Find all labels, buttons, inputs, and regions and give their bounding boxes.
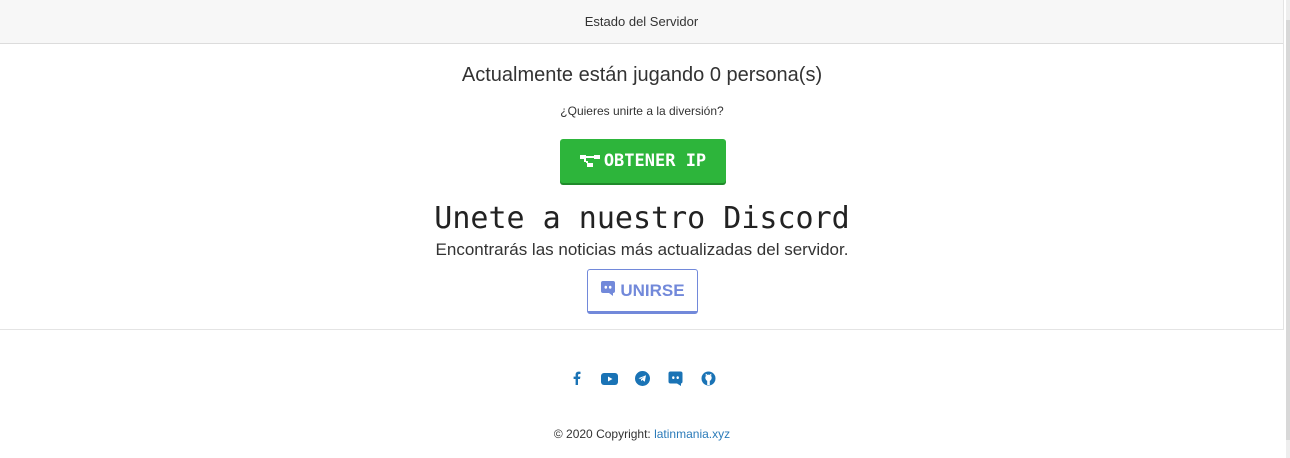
copyright-text: © 2020 Copyright:	[553, 427, 655, 441]
facebook-icon	[572, 371, 581, 390]
players-count-text: Actualmente están jugando 0 persona(s)	[461, 64, 823, 86]
scrollbar-thumb[interactable]	[1286, 20, 1290, 440]
discord-title: Unete a nuestro Discord	[434, 201, 850, 236]
site-link[interactable]: latinmania.xyz	[654, 427, 730, 441]
github-link[interactable]	[699, 371, 718, 391]
page: Estado del Servidor Actualmente están ju…	[0, 0, 1290, 458]
footer: © 2020 Copyright: latinmania.xyz	[0, 427, 1284, 441]
discord-description: Encontrarás las noticias más actualizada…	[435, 240, 849, 259]
join-discord-button[interactable]: UNIRSE	[587, 269, 698, 314]
social-links	[0, 370, 1284, 391]
join-question-text: ¿Quieres unirte a la diversión?	[560, 104, 724, 118]
telegram-icon	[634, 370, 650, 391]
telegram-link[interactable]	[633, 370, 652, 391]
network-icon	[579, 154, 600, 168]
discord-link[interactable]	[666, 371, 685, 391]
youtube-link[interactable]	[600, 372, 619, 389]
card-header: Estado del Servidor	[0, 0, 1283, 44]
discord-icon	[600, 280, 616, 301]
discord-icon	[668, 371, 683, 391]
card-header-title: Estado del Servidor	[584, 14, 699, 29]
get-ip-button-label: OBTENER IP	[603, 151, 707, 171]
scrollbar[interactable]	[1286, 0, 1290, 458]
get-ip-button[interactable]: OBTENER IP	[560, 139, 726, 183]
facebook-link[interactable]	[567, 371, 586, 390]
github-icon	[701, 371, 716, 391]
youtube-icon	[600, 372, 618, 390]
join-discord-button-label: UNIRSE	[620, 280, 685, 300]
